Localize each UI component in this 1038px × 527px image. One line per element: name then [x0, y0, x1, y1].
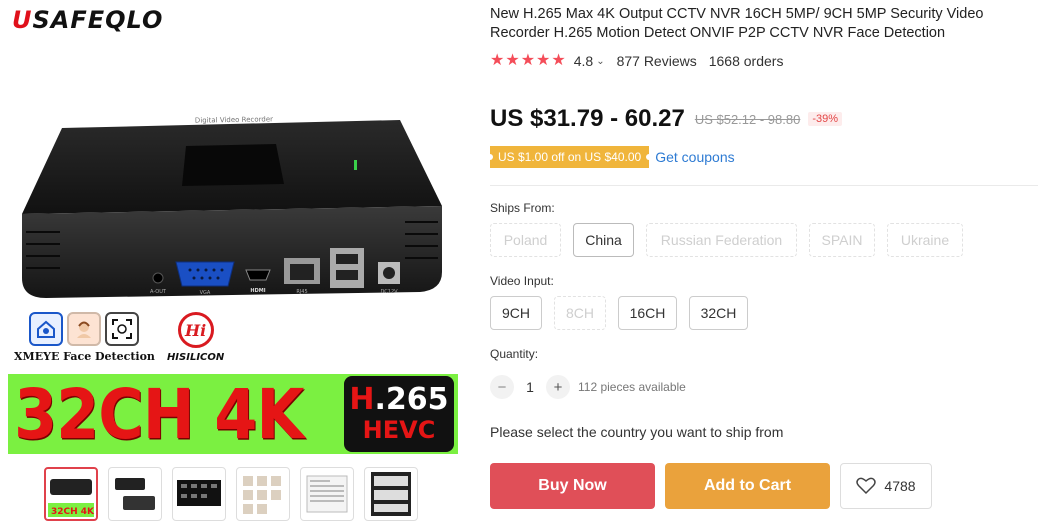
home-shield-icon: [29, 312, 64, 346]
quantity-decrease-button[interactable]: −: [490, 375, 514, 399]
hisilicon-badge: Hi HISILICON: [167, 312, 224, 363]
xmeye-label: XMEYE Face Detection: [14, 350, 155, 363]
coupon-badge: US $1.00 off on US $40.00: [490, 146, 650, 168]
star-rating: ★ ★ ★ ★ ★: [490, 53, 566, 69]
rating-row: ★ ★ ★ ★ ★ 4.8 ⌄ 877 Reviews 1668 orders: [490, 53, 784, 70]
nvr-device-illustration: Digital Video Recorder A-OUT VGA HDMI RJ…: [22, 115, 442, 298]
hisilicon-label: HISILICON: [166, 352, 225, 363]
svg-text:Digital Video Recorder: Digital Video Recorder: [195, 115, 273, 124]
wishlist-button[interactable]: 4788: [840, 463, 932, 509]
main-product-image[interactable]: USAFEQLO Digital Video Recorder A-OUT VG…: [0, 0, 470, 458]
thumbnail-1[interactable]: 32CH 4K: [44, 467, 98, 521]
face-photo-icon: [67, 312, 102, 346]
quantity-input[interactable]: 1: [514, 379, 546, 395]
ship-option-poland[interactable]: Poland: [490, 223, 561, 257]
codec-badge: H.265 HEVC: [344, 376, 454, 452]
svg-text:VGA: VGA: [200, 290, 211, 296]
ships-from-options: Poland China Russian Federation SPAIN Uk…: [490, 223, 963, 257]
star-icon: ★: [505, 52, 520, 69]
star-icon: ★: [490, 52, 505, 69]
svg-text:DC12V: DC12V: [380, 289, 398, 295]
thumbnail-strip: 32CH 4K: [44, 467, 418, 521]
svg-text:HDMI: HDMI: [250, 288, 265, 294]
rating-value[interactable]: 4.8: [574, 53, 593, 69]
feature-badges: XMEYE Face Detection Hi HISILICON: [14, 312, 224, 363]
ship-option-ukraine[interactable]: Ukraine: [887, 223, 963, 257]
video-input-options: 9CH 8CH 16CH 32CH: [490, 296, 748, 330]
face-scan-icon: [105, 312, 140, 346]
coupon-row: US $1.00 off on US $40.00 Get coupons: [490, 146, 735, 168]
thumbnail-5[interactable]: [300, 467, 354, 521]
thumbnail-6[interactable]: [364, 467, 418, 521]
action-buttons: Buy Now Add to Cart 4788: [490, 463, 932, 509]
video-option-8ch[interactable]: 8CH: [554, 296, 606, 330]
xmeye-badge: XMEYE Face Detection: [14, 312, 155, 363]
thumbnail-4[interactable]: [236, 467, 290, 521]
chevron-down-icon[interactable]: ⌄: [596, 56, 604, 67]
add-to-cart-button[interactable]: Add to Cart: [665, 463, 830, 509]
quantity-label: Quantity:: [490, 347, 539, 361]
video-input-label: Video Input:: [490, 274, 554, 288]
svg-text:RJ45: RJ45: [296, 289, 307, 295]
video-option-16ch[interactable]: 16CH: [618, 296, 677, 330]
ship-option-spain[interactable]: SPAIN: [809, 223, 875, 257]
hisilicon-logo: Hi: [177, 312, 214, 348]
ship-option-china[interactable]: China: [573, 223, 634, 257]
heart-icon: [856, 477, 877, 495]
video-option-32ch[interactable]: 32CH: [689, 296, 748, 330]
product-title: New H.265 Max 4K Output CCTV NVR 16CH 5M…: [490, 6, 984, 41]
stock-available: 112 pieces available: [578, 380, 686, 394]
orders-count: 1668 orders: [708, 53, 784, 69]
star-icon: ★: [551, 52, 566, 69]
discount-badge: -39%: [808, 112, 843, 126]
ship-option-russian-federation[interactable]: Russian Federation: [646, 223, 797, 257]
product-info: New H.265 Max 4K Output CCTV NVR 16CH 5M…: [490, 0, 1038, 527]
quantity-increase-button[interactable]: +: [546, 375, 570, 399]
promo-banner: 32CH 4K H.265 HEVC: [8, 374, 458, 454]
promo-text: 32CH 4K: [14, 373, 304, 455]
price-row: US $31.79 - 60.27 US $52.12 - 98.80 -39%: [490, 105, 843, 133]
svg-text:A-OUT: A-OUT: [150, 289, 167, 295]
buy-now-button[interactable]: Buy Now: [490, 463, 655, 509]
thumbnail-2[interactable]: [108, 467, 162, 521]
star-icon: ★: [536, 52, 551, 69]
current-price: US $31.79 - 60.27: [490, 105, 685, 132]
svg-text:32CH 4K: 32CH 4K: [51, 507, 95, 517]
divider: [490, 185, 1038, 186]
quantity-stepper: − 1 + 112 pieces available: [490, 375, 686, 399]
ship-country-note: Please select the country you want to sh…: [490, 424, 784, 440]
original-price: US $52.12 - 98.80: [694, 111, 801, 127]
product-gallery: USAFEQLO Digital Video Recorder A-OUT VG…: [0, 0, 470, 527]
wishlist-count: 4788: [884, 478, 916, 494]
star-icon: ★: [520, 52, 536, 69]
reviews-link[interactable]: 877 Reviews: [617, 53, 697, 69]
get-coupons-link[interactable]: Get coupons: [655, 149, 734, 165]
ships-from-label: Ships From:: [490, 201, 555, 215]
thumbnail-3[interactable]: [172, 467, 226, 521]
video-option-9ch[interactable]: 9CH: [490, 296, 542, 330]
